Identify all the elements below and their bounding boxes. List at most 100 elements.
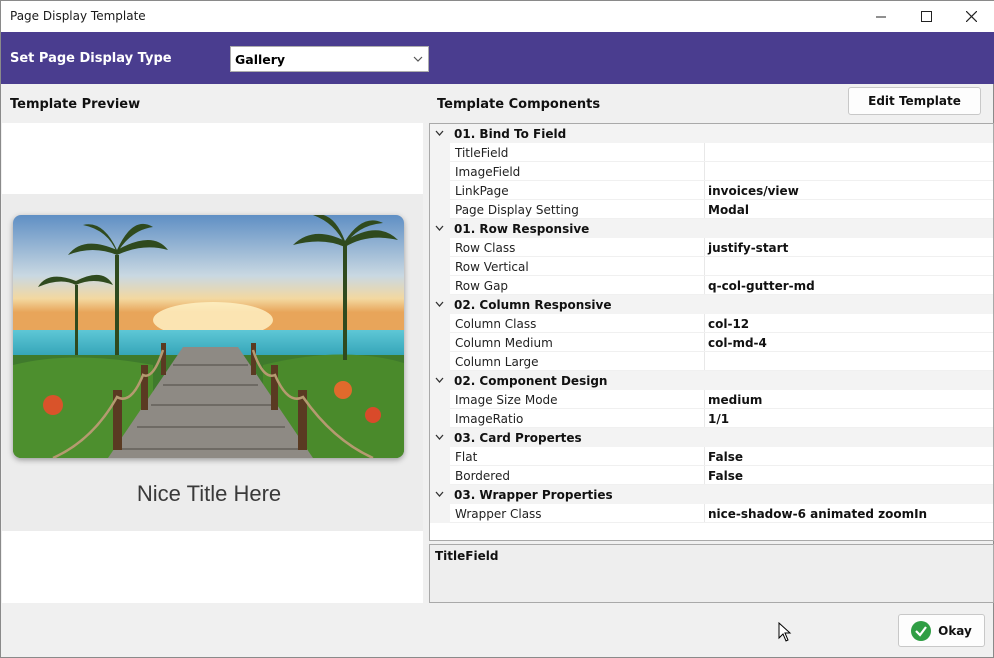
display-type-header: Set Page Display Type Gallery (1, 32, 994, 84)
property-value[interactable]: medium (708, 393, 762, 407)
edit-template-button[interactable]: Edit Template (848, 87, 981, 115)
minimize-icon (876, 16, 886, 17)
row-gutter (430, 181, 450, 200)
property-value[interactable]: False (708, 469, 743, 483)
column-divider (704, 276, 705, 295)
property-category[interactable]: 01. Row Responsive (430, 219, 993, 238)
row-gutter (430, 447, 450, 466)
column-divider (704, 447, 705, 466)
preview-card-title: Nice Title Here (136, 481, 282, 506)
display-type-value: Gallery (235, 52, 286, 67)
property-value[interactable]: False (708, 450, 743, 464)
chevron-down-icon[interactable] (434, 223, 445, 234)
preview-card: Nice Title Here (2, 194, 423, 531)
column-divider (704, 200, 705, 219)
property-category[interactable]: 02. Component Design (430, 371, 993, 390)
chevron-down-icon[interactable] (434, 128, 445, 139)
property-category[interactable]: 01. Bind To Field (430, 124, 993, 143)
property-row[interactable]: Page Display Setting Modal (430, 200, 993, 219)
property-description-title: TitleField (435, 549, 499, 563)
property-category[interactable]: 02. Column Responsive (430, 295, 993, 314)
column-divider (704, 181, 705, 200)
column-divider (704, 314, 705, 333)
property-name: Page Display Setting (455, 203, 579, 217)
property-row[interactable]: Flat False (430, 447, 993, 466)
property-name: Column Large (455, 355, 539, 369)
column-divider (704, 409, 705, 428)
minimize-button[interactable] (858, 1, 904, 32)
property-name: Row Gap (455, 279, 509, 293)
property-row[interactable]: Column Large (430, 352, 993, 371)
row-gutter (430, 466, 450, 485)
property-row[interactable]: Row Class justify-start (430, 238, 993, 257)
property-row[interactable]: TitleField (430, 143, 993, 162)
property-name: LinkPage (455, 184, 509, 198)
property-row[interactable]: Column Class col-12 (430, 314, 993, 333)
property-name: Row Class (455, 241, 516, 255)
column-divider (704, 352, 705, 371)
property-category-label: 01. Row Responsive (454, 222, 590, 236)
property-name: Column Class (455, 317, 537, 331)
page-display-template-window: Page Display Template Set Page Display T… (0, 0, 994, 658)
property-value[interactable]: justify-start (708, 241, 788, 255)
template-preview-heading: Template Preview (10, 97, 141, 112)
row-gutter (430, 257, 450, 276)
property-value[interactable]: q-col-gutter-md (708, 279, 815, 293)
close-button[interactable] (948, 1, 994, 32)
property-row[interactable]: Column Medium col-md-4 (430, 333, 993, 352)
property-name: Column Medium (455, 336, 553, 350)
column-divider (704, 257, 705, 276)
column-divider (704, 466, 705, 485)
row-gutter (430, 200, 450, 219)
close-icon (965, 11, 977, 22)
property-name: Row Vertical (455, 260, 529, 274)
property-value[interactable]: 1/1 (708, 412, 729, 426)
row-gutter (430, 238, 450, 257)
property-category-label: 03. Card Propertes (454, 431, 582, 445)
row-gutter (430, 333, 450, 352)
chevron-down-icon[interactable] (434, 489, 445, 500)
property-description: TitleField (429, 544, 994, 603)
property-row[interactable]: Row Vertical (430, 257, 993, 276)
row-divider (450, 522, 993, 523)
property-row[interactable]: LinkPage invoices/view (430, 181, 993, 200)
property-grid[interactable]: 01. Bind To Field TitleField ImageField Lin… (429, 123, 994, 541)
okay-button[interactable]: Okay (898, 614, 985, 647)
property-value[interactable]: nice-shadow-6 animated zoomIn (708, 507, 927, 521)
property-value[interactable]: Modal (708, 203, 749, 217)
property-row[interactable]: Image Size Mode medium (430, 390, 993, 409)
template-components-heading: Template Components (437, 97, 601, 112)
property-row[interactable]: ImageField (430, 162, 993, 181)
property-category[interactable]: 03. Wrapper Properties (430, 485, 993, 504)
property-category-label: 02. Column Responsive (454, 298, 612, 312)
chevron-down-icon[interactable] (434, 432, 445, 443)
property-value[interactable]: col-md-4 (708, 336, 767, 350)
mouse-cursor-icon (778, 622, 792, 642)
property-category-label: 03. Wrapper Properties (454, 488, 613, 502)
property-category[interactable]: 03. Card Propertes (430, 428, 993, 447)
property-name: ImageField (455, 165, 521, 179)
property-row[interactable]: ImageRatio 1/1 (430, 409, 993, 428)
property-row[interactable]: Row Gap q-col-gutter-md (430, 276, 993, 295)
column-divider (704, 238, 705, 257)
title-bar: Page Display Template (1, 1, 994, 32)
row-gutter (430, 143, 450, 162)
property-row[interactable]: Bordered False (430, 466, 993, 485)
property-value[interactable]: col-12 (708, 317, 749, 331)
property-name: Flat (455, 450, 478, 464)
chevron-down-icon[interactable] (434, 299, 445, 310)
column-divider (704, 333, 705, 352)
chevron-down-icon[interactable] (434, 375, 445, 386)
maximize-button[interactable] (903, 1, 949, 32)
maximize-icon (920, 11, 932, 22)
row-gutter (430, 314, 450, 333)
row-gutter (430, 276, 450, 295)
display-type-select[interactable]: Gallery (230, 46, 429, 72)
row-gutter (430, 504, 450, 523)
window-title: Page Display Template (10, 9, 146, 23)
template-preview-area: Nice Title Here (2, 123, 423, 603)
property-value[interactable]: invoices/view (708, 184, 799, 198)
property-name: Bordered (455, 469, 510, 483)
property-row[interactable]: Wrapper Class nice-shadow-6 animated zoom… (430, 504, 993, 523)
okay-button-label: Okay (938, 623, 972, 638)
